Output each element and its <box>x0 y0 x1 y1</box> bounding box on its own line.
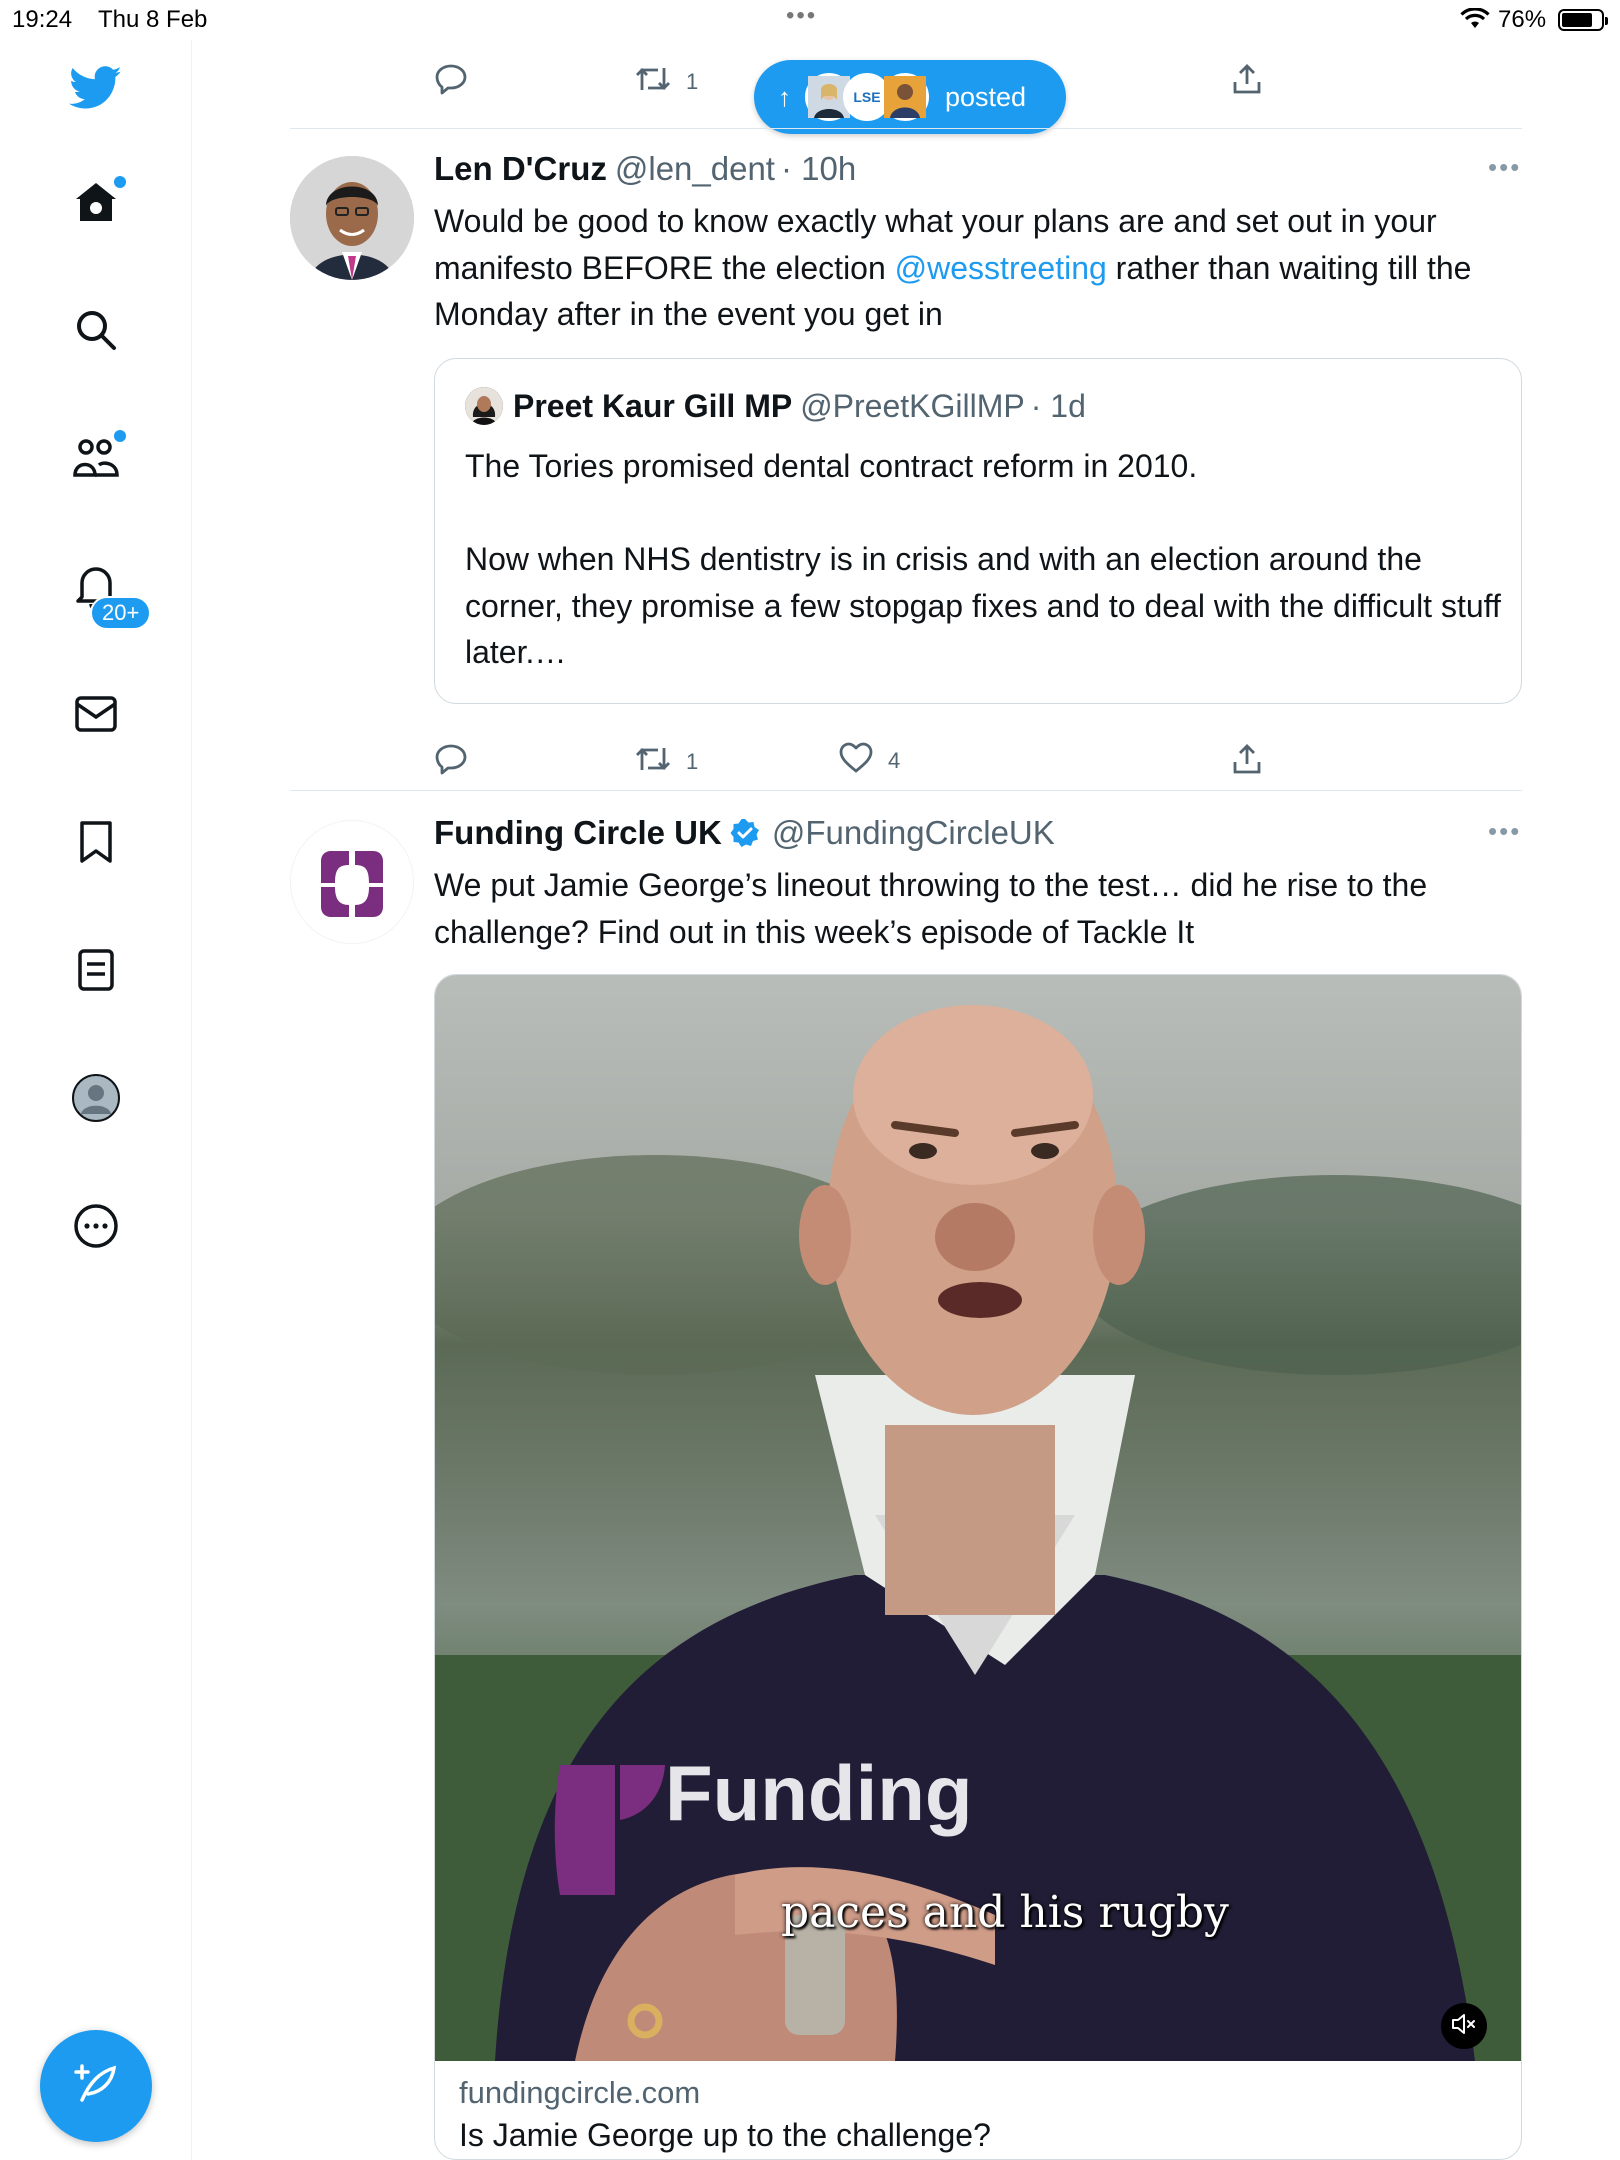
battery-icon <box>1558 9 1608 31</box>
wifi-icon <box>1460 7 1490 37</box>
compose-feather-icon <box>72 2060 120 2113</box>
share-icon <box>1232 742 1262 782</box>
timeline: 1 ↑ LSE posted Len D'Cruz @len_dent · 10… <box>192 40 1620 2160</box>
author-name[interactable]: Len D'Cruz <box>434 150 607 188</box>
verified-badge-icon <box>730 818 760 848</box>
lists-icon <box>77 948 115 997</box>
status-date: Thu 8 Feb <box>98 6 208 33</box>
tweet-divider <box>290 790 1522 791</box>
quoted-tweet-text: The Tories promised dental contract refo… <box>465 448 1501 670</box>
retweet-count: 1 <box>686 69 699 94</box>
shirt-logo-text: Funding <box>665 1749 973 1837</box>
sidebar-item-search[interactable] <box>66 302 126 362</box>
tweet-text: We put Jamie George’s lineout throwing t… <box>434 867 1428 950</box>
tweet-header: Funding Circle UK @FundingCircleUK <box>434 814 1055 852</box>
reply-button[interactable] <box>434 62 468 102</box>
profile-avatar-icon <box>71 1073 121 1128</box>
search-icon <box>74 308 118 357</box>
volume-muted-icon <box>1450 2012 1478 2041</box>
retweet-button[interactable]: 1 <box>634 62 698 102</box>
sidebar-item-messages[interactable] <box>66 686 126 746</box>
tweet-text: Would be good to know exactly what your … <box>434 203 1472 332</box>
more-circle-icon <box>73 1203 119 1254</box>
video-caption: paces and his rugby <box>781 1887 1229 1938</box>
quoted-avatar <box>465 387 503 425</box>
reply-icon <box>434 742 468 782</box>
new-posts-pill[interactable]: ↑ LSE posted <box>754 60 1066 134</box>
status-time: 19:24 <box>12 6 73 33</box>
quoted-tweet[interactable]: Preet Kaur Gill MP @PreetKGillMP · 1d Th… <box>434 358 1522 704</box>
share-icon <box>1232 62 1262 102</box>
link-card-title: Is Jamie George up to the challenge? <box>459 2117 991 2153</box>
twitter-logo-icon[interactable] <box>66 58 126 118</box>
retweet-icon <box>634 62 672 102</box>
quoted-author-handle: @PreetKGillMP <box>800 387 1025 424</box>
quoted-tweet-time: · 1d <box>1030 387 1086 424</box>
new-posts-label: posted <box>945 81 1027 112</box>
sidebar-item-more[interactable] <box>66 1198 126 1258</box>
like-count: 4 <box>888 748 901 773</box>
more-options-icon[interactable]: ••• <box>1488 816 1521 847</box>
battery-percent: 76% <box>1498 6 1547 33</box>
sidebar-item-communities[interactable] <box>66 430 126 490</box>
like-button[interactable]: 4 <box>838 742 900 780</box>
author-handle[interactable]: @FundingCircleUK <box>772 814 1055 852</box>
tweet-divider <box>290 128 1522 129</box>
quoted-author-name: Preet Kaur Gill MP <box>513 387 793 424</box>
communities-icon <box>71 435 121 486</box>
tweet-time[interactable]: · 10h <box>781 150 856 188</box>
retweet-count: 1 <box>686 749 699 774</box>
quoted-tweet-header: Preet Kaur Gill MP @PreetKGillMP · 1d <box>465 387 1086 425</box>
share-button[interactable] <box>1232 742 1262 782</box>
media-card[interactable]: Funding paces and his rugby fundingcircl… <box>434 974 1522 2160</box>
author-handle[interactable]: @len_dent <box>615 150 775 188</box>
sidebar-item-home[interactable] <box>66 174 126 234</box>
share-button[interactable] <box>1232 62 1262 102</box>
video-player[interactable]: Funding paces and his rugby <box>435 975 1521 2061</box>
retweet-icon <box>634 742 672 782</box>
mute-button[interactable] <box>1441 2003 1487 2049</box>
bookmark-icon <box>78 820 114 869</box>
reply-button[interactable] <box>434 742 468 782</box>
author-name[interactable]: Funding Circle UK <box>434 814 722 852</box>
mail-icon <box>74 695 118 738</box>
link-card-domain: fundingcircle.com <box>459 2075 701 2110</box>
heart-icon <box>838 742 874 780</box>
multitasking-dots-icon[interactable]: ••• <box>786 2 817 30</box>
home-icon <box>73 180 119 229</box>
more-options-icon[interactable]: ••• <box>1488 152 1521 183</box>
avatar[interactable] <box>290 820 414 944</box>
sidebar-nav: 20+ <box>0 40 192 2160</box>
avatar[interactable] <box>290 156 414 280</box>
compose-button[interactable] <box>40 2030 152 2142</box>
reply-icon <box>434 62 468 102</box>
notifications-badge: 20+ <box>90 596 152 630</box>
communities-unread-dot <box>114 430 126 442</box>
status-bar: 19:24 Thu 8 Feb ••• 76% <box>0 0 1620 40</box>
retweet-button[interactable]: 1 <box>634 742 698 782</box>
tweet-header: Len D'Cruz @len_dent · 10h <box>434 150 856 188</box>
pill-avatar-3 <box>881 73 929 121</box>
sidebar-item-lists[interactable] <box>66 942 126 1002</box>
arrow-up-icon: ↑ <box>778 81 791 112</box>
home-unread-dot <box>114 176 126 188</box>
sidebar-item-bookmarks[interactable] <box>66 814 126 874</box>
mention-link[interactable]: @wesstreeting <box>895 250 1107 286</box>
sidebar-item-profile[interactable] <box>66 1070 126 1130</box>
